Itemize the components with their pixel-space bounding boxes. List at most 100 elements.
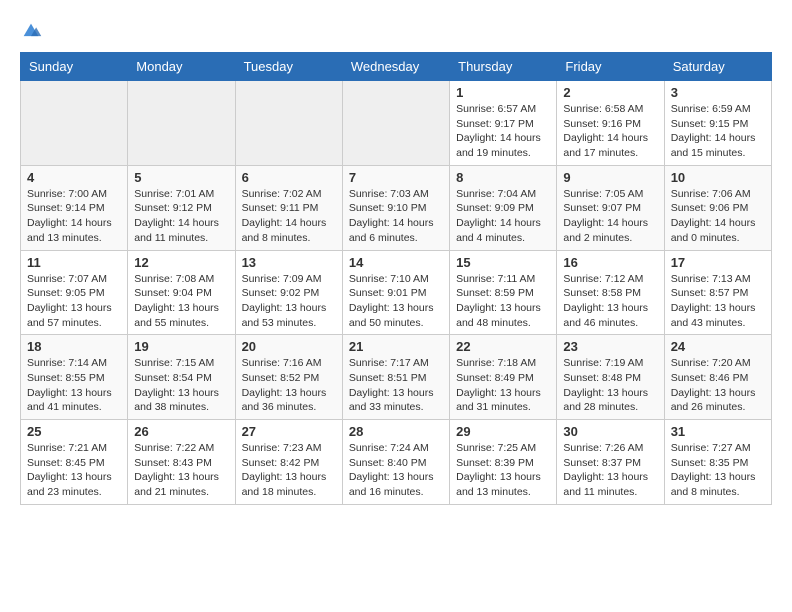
calendar-cell: 18Sunrise: 7:14 AMSunset: 8:55 PMDayligh… [21,335,128,420]
calendar-week-row: 18Sunrise: 7:14 AMSunset: 8:55 PMDayligh… [21,335,772,420]
day-info: Daylight: 14 hours and 17 minutes. [563,131,657,160]
day-info: Sunrise: 7:17 AM [349,356,443,371]
day-info: Daylight: 14 hours and 4 minutes. [456,216,550,245]
calendar-cell: 23Sunrise: 7:19 AMSunset: 8:48 PMDayligh… [557,335,664,420]
day-number: 17 [671,255,765,270]
day-info: Sunset: 8:45 PM [27,456,121,471]
weekday-header: Wednesday [342,53,449,81]
weekday-header: Sunday [21,53,128,81]
day-info: Sunrise: 7:03 AM [349,187,443,202]
day-info: Sunrise: 6:58 AM [563,102,657,117]
weekday-header: Saturday [664,53,771,81]
day-info: Sunset: 9:04 PM [134,286,228,301]
day-info: Sunrise: 7:06 AM [671,187,765,202]
day-number: 29 [456,424,550,439]
day-info: Sunset: 8:46 PM [671,371,765,386]
day-info: Daylight: 13 hours and 33 minutes. [349,386,443,415]
day-info: Sunset: 9:10 PM [349,201,443,216]
calendar-cell: 5Sunrise: 7:01 AMSunset: 9:12 PMDaylight… [128,165,235,250]
day-info: Daylight: 13 hours and 41 minutes. [27,386,121,415]
day-info: Daylight: 13 hours and 21 minutes. [134,470,228,499]
day-number: 14 [349,255,443,270]
day-info: Sunset: 9:12 PM [134,201,228,216]
calendar-cell: 10 Sunrise: 7:06 AMSunset: 9:06 PMDayligh… [664,165,771,250]
calendar-cell: 25Sunrise: 7:21 AMSunset: 8:45 PMDayligh… [21,420,128,505]
calendar-cell: 2Sunrise: 6:58 AMSunset: 9:16 PMDaylight… [557,81,664,166]
day-number: 23 [563,339,657,354]
calendar-cell: 24Sunrise: 7:20 AMSunset: 8:46 PMDayligh… [664,335,771,420]
day-info: Daylight: 13 hours and 8 minutes. [671,470,765,499]
day-info: Daylight: 13 hours and 28 minutes. [563,386,657,415]
day-info: Sunset: 9:07 PM [563,201,657,216]
calendar-table: SundayMondayTuesdayWednesdayThursdayFrid… [20,52,772,505]
day-info: Sunset: 9:11 PM [242,201,336,216]
day-info: Daylight: 13 hours and 43 minutes. [671,301,765,330]
calendar-cell: 3Sunrise: 6:59 AMSunset: 9:15 PMDaylight… [664,81,771,166]
calendar-cell: 13Sunrise: 7:09 AMSunset: 9:02 PMDayligh… [235,250,342,335]
day-number: 16 [563,255,657,270]
day-info: Daylight: 14 hours and 0 minutes. [671,216,765,245]
day-info: Daylight: 14 hours and 15 minutes. [671,131,765,160]
day-number: 19 [134,339,228,354]
day-info: Daylight: 13 hours and 23 minutes. [27,470,121,499]
calendar-cell [128,81,235,166]
day-info: Sunrise: 7:27 AM [671,441,765,456]
day-info: Sunset: 9:16 PM [563,117,657,132]
day-info: Daylight: 13 hours and 16 minutes. [349,470,443,499]
day-info: Daylight: 14 hours and 6 minutes. [349,216,443,245]
day-info: Sunrise: 7:08 AM [134,272,228,287]
calendar-cell: 21 Sunrise: 7:17 AMSunset: 8:51 PMDayligh… [342,335,449,420]
day-info: Daylight: 13 hours and 31 minutes. [456,386,550,415]
day-number: 11 [27,255,121,270]
day-info: Sunset: 9:05 PM [27,286,121,301]
day-info: Sunrise: 7:23 AM [242,441,336,456]
day-info: Sunset: 8:58 PM [563,286,657,301]
weekday-header: Monday [128,53,235,81]
day-number: 8 [456,170,550,185]
day-info: Sunrise: 7:19 AM [563,356,657,371]
day-info: Sunrise: 7:16 AM [242,356,336,371]
day-info: Sunrise: 7:09 AM [242,272,336,287]
calendar-cell: 20Sunrise: 7:16 AMSunset: 8:52 PMDayligh… [235,335,342,420]
calendar-cell: 22Sunrise: 7:18 AMSunset: 8:49 PMDayligh… [450,335,557,420]
day-info: Sunset: 8:57 PM [671,286,765,301]
day-info: Sunset: 9:06 PM [671,201,765,216]
day-info: Sunrise: 7:00 AM [27,187,121,202]
day-info: Sunset: 8:35 PM [671,456,765,471]
day-number: 12 [134,255,228,270]
day-number: 24 [671,339,765,354]
calendar-cell: 16Sunrise: 7:12 AMSunset: 8:58 PMDayligh… [557,250,664,335]
calendar-week-row: 4Sunrise: 7:00 AMSunset: 9:14 PMDaylight… [21,165,772,250]
day-info: Sunset: 9:15 PM [671,117,765,132]
day-info: Sunrise: 7:10 AM [349,272,443,287]
day-info: Daylight: 13 hours and 48 minutes. [456,301,550,330]
day-number: 9 [563,170,657,185]
day-info: Sunset: 8:40 PM [349,456,443,471]
day-info: Daylight: 14 hours and 2 minutes. [563,216,657,245]
day-info: Sunrise: 7:14 AM [27,356,121,371]
calendar-cell: 19Sunrise: 7:15 AMSunset: 8:54 PMDayligh… [128,335,235,420]
day-info: Sunset: 8:59 PM [456,286,550,301]
day-info: Sunset: 8:43 PM [134,456,228,471]
day-info: Sunrise: 7:05 AM [563,187,657,202]
day-number: 30 [563,424,657,439]
day-number: 10 [671,170,765,185]
calendar-cell: 31Sunrise: 7:27 AMSunset: 8:35 PMDayligh… [664,420,771,505]
day-number: 25 [27,424,121,439]
day-info: Sunrise: 7:04 AM [456,187,550,202]
day-number: 21 [349,339,443,354]
day-number: 27 [242,424,336,439]
calendar-cell: 12 Sunrise: 7:08 AMSunset: 9:04 PMDayligh… [128,250,235,335]
day-info: Daylight: 14 hours and 19 minutes. [456,131,550,160]
day-info: Sunrise: 7:22 AM [134,441,228,456]
day-info: Sunrise: 7:25 AM [456,441,550,456]
day-info: Daylight: 14 hours and 13 minutes. [27,216,121,245]
day-info: Daylight: 13 hours and 36 minutes. [242,386,336,415]
day-info: Sunrise: 7:26 AM [563,441,657,456]
calendar-cell: 17Sunrise: 7:13 AMSunset: 8:57 PMDayligh… [664,250,771,335]
day-info: Daylight: 13 hours and 55 minutes. [134,301,228,330]
day-info: Sunset: 8:51 PM [349,371,443,386]
day-info: Sunrise: 6:57 AM [456,102,550,117]
weekday-header: Friday [557,53,664,81]
day-info: Sunset: 8:49 PM [456,371,550,386]
